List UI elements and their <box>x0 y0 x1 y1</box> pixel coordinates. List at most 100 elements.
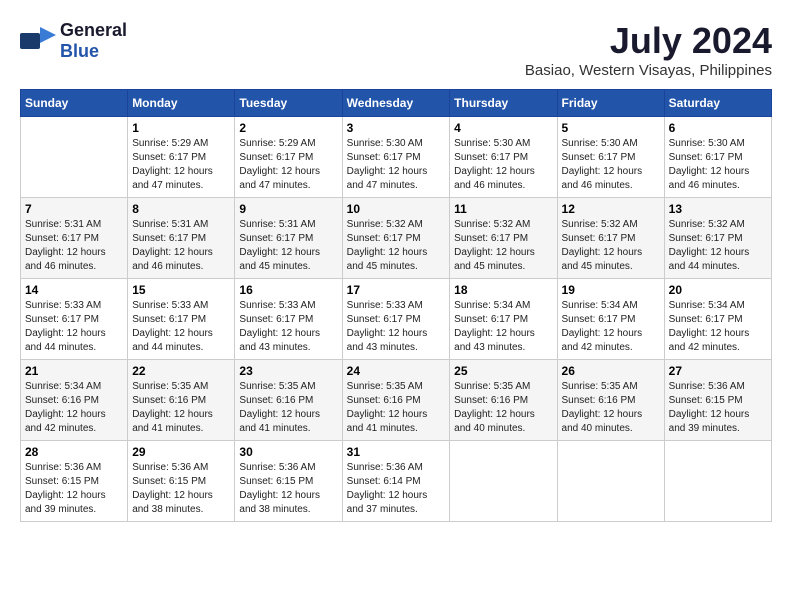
day-number: 6 <box>669 121 767 135</box>
day-number: 10 <box>347 202 446 216</box>
day-info: Sunrise: 5:30 AMSunset: 6:17 PMDaylight:… <box>454 137 552 193</box>
day-number: 17 <box>347 283 446 297</box>
day-info: Sunrise: 5:35 AMSunset: 6:16 PMDaylight:… <box>454 380 552 436</box>
day-number: 12 <box>562 202 660 216</box>
day-info: Sunrise: 5:32 AMSunset: 6:17 PMDaylight:… <box>347 218 446 274</box>
day-number: 9 <box>239 202 337 216</box>
day-info: Sunrise: 5:31 AMSunset: 6:17 PMDaylight:… <box>25 218 123 274</box>
calendar-cell: 17 Sunrise: 5:33 AMSunset: 6:17 PMDayligh… <box>342 279 450 360</box>
calendar-cell: 14 Sunrise: 5:33 AMSunset: 6:17 PMDayligh… <box>21 279 128 360</box>
calendar-cell: 16Sunrise: 5:33 AMSunset: 6:17 PMDayligh… <box>235 279 342 360</box>
calendar-cell <box>450 441 557 522</box>
day-number: 2 <box>239 121 337 135</box>
day-info: Sunrise: 5:35 AMSunset: 6:16 PMDaylight:… <box>132 380 230 436</box>
calendar-cell: 2 Sunrise: 5:29 AMSunset: 6:17 PMDaylight… <box>235 117 342 198</box>
day-info: Sunrise: 5:30 AMSunset: 6:17 PMDaylight:… <box>562 137 660 193</box>
calendar-cell: 28 Sunrise: 5:36 AMSunset: 6:15 PMDayligh… <box>21 441 128 522</box>
day-number: 21 <box>25 364 123 378</box>
calendar-cell: 18Sunrise: 5:34 AMSunset: 6:17 PMDayligh… <box>450 279 557 360</box>
day-number: 11 <box>454 202 552 216</box>
header-friday: Friday <box>557 90 664 117</box>
calendar-cell: 8 Sunrise: 5:31 AMSunset: 6:17 PMDaylight… <box>128 198 235 279</box>
day-info: Sunrise: 5:34 AMSunset: 6:17 PMDaylight:… <box>669 299 767 355</box>
calendar-cell: 6 Sunrise: 5:30 AMSunset: 6:17 PMDaylight… <box>664 117 771 198</box>
calendar-cell: 22 Sunrise: 5:35 AMSunset: 6:16 PMDayligh… <box>128 360 235 441</box>
day-info: Sunrise: 5:31 AMSunset: 6:17 PMDaylight:… <box>239 218 337 274</box>
day-number: 19 <box>562 283 660 297</box>
day-number: 7 <box>25 202 123 216</box>
calendar-header: SundayMondayTuesdayWednesdayThursdayFrid… <box>21 90 772 117</box>
day-info: Sunrise: 5:35 AMSunset: 6:16 PMDaylight:… <box>239 380 337 436</box>
calendar-cell: 24 Sunrise: 5:35 AMSunset: 6:16 PMDayligh… <box>342 360 450 441</box>
header-tuesday: Tuesday <box>235 90 342 117</box>
header: General Blue July 2024 Basiao, Western V… <box>20 20 772 79</box>
calendar-cell: 11 Sunrise: 5:32 AMSunset: 6:17 PMDayligh… <box>450 198 557 279</box>
calendar-cell <box>664 441 771 522</box>
calendar-cell: 29Sunrise: 5:36 AMSunset: 6:15 PMDayligh… <box>128 441 235 522</box>
calendar-cell: 12 Sunrise: 5:32 AMSunset: 6:17 PMDayligh… <box>557 198 664 279</box>
day-number: 31 <box>347 445 446 459</box>
calendar-cell: 27 Sunrise: 5:36 AMSunset: 6:15 PMDayligh… <box>664 360 771 441</box>
week-row-4: 21 Sunrise: 5:34 AMSunset: 6:16 PMDayligh… <box>21 360 772 441</box>
calendar-cell: 3 Sunrise: 5:30 AMSunset: 6:17 PMDaylight… <box>342 117 450 198</box>
calendar-cell: 19 Sunrise: 5:34 AMSunset: 6:17 PMDayligh… <box>557 279 664 360</box>
day-number: 13 <box>669 202 767 216</box>
day-number: 27 <box>669 364 767 378</box>
calendar-cell: 1Sunrise: 5:29 AMSunset: 6:17 PMDaylight… <box>128 117 235 198</box>
day-info: Sunrise: 5:29 AMSunset: 6:17 PMDaylight:… <box>239 137 337 193</box>
calendar-cell: 4 Sunrise: 5:30 AMSunset: 6:17 PMDaylight… <box>450 117 557 198</box>
header-wednesday: Wednesday <box>342 90 450 117</box>
day-info: Sunrise: 5:34 AMSunset: 6:16 PMDaylight:… <box>25 380 123 436</box>
day-info: Sunrise: 5:34 AMSunset: 6:17 PMDaylight:… <box>454 299 552 355</box>
day-info: Sunrise: 5:33 AMSunset: 6:17 PMDaylight:… <box>347 299 446 355</box>
week-row-2: 7 Sunrise: 5:31 AMSunset: 6:17 PMDaylight… <box>21 198 772 279</box>
day-info: Sunrise: 5:34 AMSunset: 6:17 PMDaylight:… <box>562 299 660 355</box>
day-number: 28 <box>25 445 123 459</box>
header-row: SundayMondayTuesdayWednesdayThursdayFrid… <box>21 90 772 117</box>
calendar-table: SundayMondayTuesdayWednesdayThursdayFrid… <box>20 89 772 522</box>
day-number: 25 <box>454 364 552 378</box>
day-number: 15 <box>132 283 230 297</box>
calendar-cell: 21 Sunrise: 5:34 AMSunset: 6:16 PMDayligh… <box>21 360 128 441</box>
day-info: Sunrise: 5:36 AMSunset: 6:15 PMDaylight:… <box>25 461 123 517</box>
day-info: Sunrise: 5:33 AMSunset: 6:17 PMDaylight:… <box>25 299 123 355</box>
subtitle: Basiao, Western Visayas, Philippines <box>525 62 772 79</box>
calendar-cell: 7 Sunrise: 5:31 AMSunset: 6:17 PMDaylight… <box>21 198 128 279</box>
calendar-cell: 23 Sunrise: 5:35 AMSunset: 6:16 PMDayligh… <box>235 360 342 441</box>
calendar-cell: 13 Sunrise: 5:32 AMSunset: 6:17 PMDayligh… <box>664 198 771 279</box>
day-info: Sunrise: 5:30 AMSunset: 6:17 PMDaylight:… <box>347 137 446 193</box>
day-number: 16 <box>239 283 337 297</box>
day-info: Sunrise: 5:36 AMSunset: 6:14 PMDaylight:… <box>347 461 446 517</box>
calendar-cell: 30Sunrise: 5:36 AMSunset: 6:15 PMDayligh… <box>235 441 342 522</box>
day-number: 29 <box>132 445 230 459</box>
calendar-cell: 25 Sunrise: 5:35 AMSunset: 6:16 PMDayligh… <box>450 360 557 441</box>
day-number: 24 <box>347 364 446 378</box>
day-number: 23 <box>239 364 337 378</box>
day-number: 3 <box>347 121 446 135</box>
day-number: 26 <box>562 364 660 378</box>
logo-text: General Blue <box>60 20 127 62</box>
day-info: Sunrise: 5:30 AMSunset: 6:17 PMDaylight:… <box>669 137 767 193</box>
week-row-3: 14 Sunrise: 5:33 AMSunset: 6:17 PMDayligh… <box>21 279 772 360</box>
day-info: Sunrise: 5:35 AMSunset: 6:16 PMDaylight:… <box>347 380 446 436</box>
day-number: 20 <box>669 283 767 297</box>
calendar-cell: 31 Sunrise: 5:36 AMSunset: 6:14 PMDayligh… <box>342 441 450 522</box>
day-info: Sunrise: 5:31 AMSunset: 6:17 PMDaylight:… <box>132 218 230 274</box>
logo-blue: Blue <box>60 41 99 61</box>
day-info: Sunrise: 5:32 AMSunset: 6:17 PMDaylight:… <box>669 218 767 274</box>
day-info: Sunrise: 5:36 AMSunset: 6:15 PMDaylight:… <box>669 380 767 436</box>
calendar-cell <box>21 117 128 198</box>
logo-general: General <box>60 20 127 40</box>
calendar-body: 1Sunrise: 5:29 AMSunset: 6:17 PMDaylight… <box>21 117 772 522</box>
day-number: 14 <box>25 283 123 297</box>
day-number: 8 <box>132 202 230 216</box>
calendar-cell: 15Sunrise: 5:33 AMSunset: 6:17 PMDayligh… <box>128 279 235 360</box>
day-info: Sunrise: 5:32 AMSunset: 6:17 PMDaylight:… <box>454 218 552 274</box>
calendar-cell <box>557 441 664 522</box>
day-info: Sunrise: 5:32 AMSunset: 6:17 PMDaylight:… <box>562 218 660 274</box>
day-number: 4 <box>454 121 552 135</box>
header-sunday: Sunday <box>21 90 128 117</box>
logo-icon <box>20 27 56 55</box>
header-monday: Monday <box>128 90 235 117</box>
day-number: 22 <box>132 364 230 378</box>
